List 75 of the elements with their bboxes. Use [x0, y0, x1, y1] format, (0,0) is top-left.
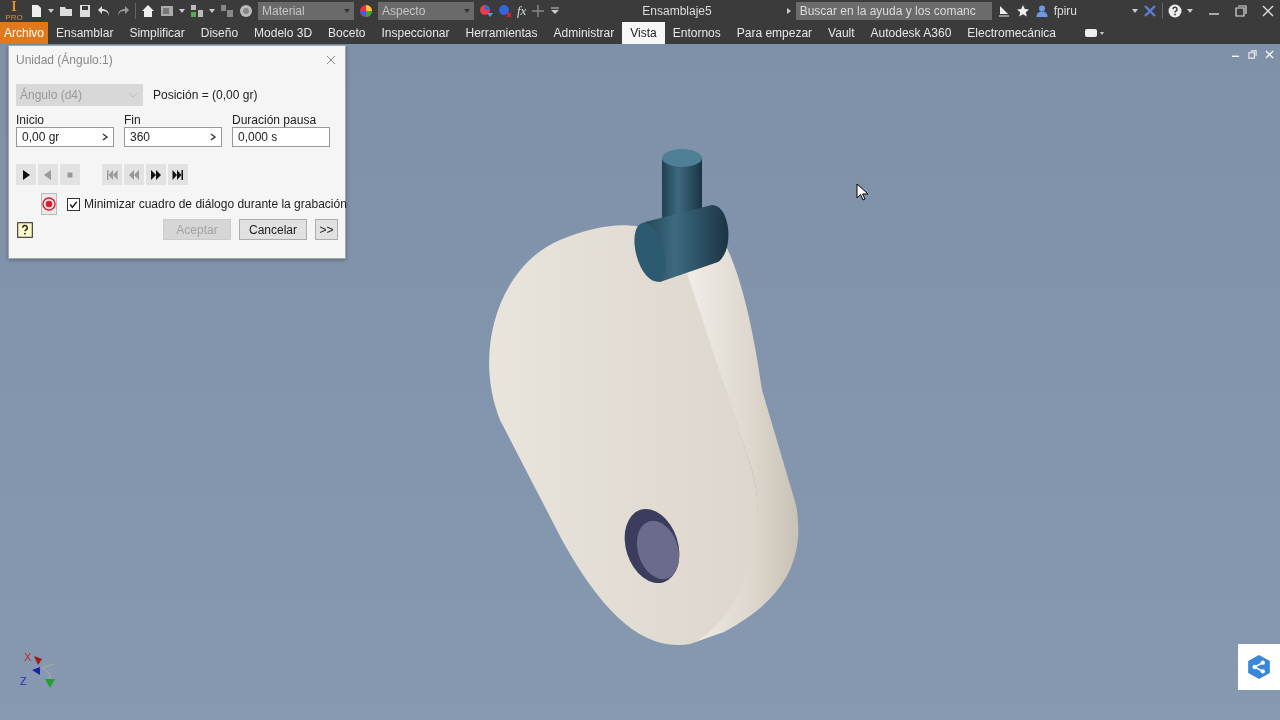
- undo-icon[interactable]: [97, 4, 111, 18]
- ribbon-tab[interactable]: Autodesk A360: [862, 22, 960, 44]
- axis-label: X: [24, 652, 32, 663]
- folder-icon[interactable]: [59, 4, 73, 18]
- restore-icon[interactable]: [1235, 5, 1247, 17]
- play-button[interactable]: [16, 164, 36, 185]
- forward-button[interactable]: [146, 164, 166, 185]
- field-label: Fin: [124, 113, 142, 127]
- ribbon-tab[interactable]: Vista: [622, 22, 665, 44]
- share-button[interactable]: [1238, 644, 1280, 690]
- record-button[interactable]: [41, 193, 57, 215]
- field-label: Inicio: [16, 113, 45, 127]
- cancel-button[interactable]: Cancelar: [239, 219, 307, 240]
- search-field[interactable]: Buscar en la ayuda y los comanc: [795, 2, 992, 20]
- sphere-icon[interactable]: [239, 4, 253, 18]
- ribbon-tab[interactable]: Para empezar: [728, 22, 821, 44]
- checkbox[interactable]: [67, 197, 80, 211]
- user-name[interactable]: fpiru: [1053, 4, 1077, 18]
- play-icon: [20, 168, 32, 181]
- axis-label: Z: [20, 676, 27, 687]
- share-icon: [1246, 654, 1272, 680]
- color-clear-icon[interactable]: [498, 4, 512, 18]
- record-icon: [42, 197, 56, 211]
- expand-arrow-icon[interactable]: [786, 8, 791, 14]
- caret-icon: [344, 9, 350, 13]
- ribbon-tab[interactable]: Inspeccionar: [373, 22, 458, 44]
- help-icon[interactable]: [1168, 4, 1182, 18]
- ribbon-tab[interactable]: Diseño: [192, 22, 247, 44]
- back-icon: [128, 168, 140, 181]
- chevron-icon[interactable]: [102, 133, 108, 141]
- formula-icon[interactable]: fx: [517, 3, 527, 19]
- ribbon-tab[interactable]: Entornos: [664, 22, 729, 44]
- ribbon-tab[interactable]: Administrar: [545, 22, 623, 44]
- customize-icon[interactable]: [550, 6, 561, 16]
- caret-icon[interactable]: [48, 9, 54, 13]
- caret-icon: [464, 9, 470, 13]
- checkbox-label[interactable]: Minimizar cuadro de diálogo durante la grabación: [84, 197, 347, 211]
- chevron-icon[interactable]: [210, 133, 216, 141]
- redo-icon[interactable]: [116, 4, 130, 18]
- ribbon-tab[interactable]: Simplificar: [121, 22, 193, 44]
- ribbon-tab[interactable]: Ensamblar: [48, 22, 122, 44]
- cursor-icon: [856, 183, 868, 201]
- star-icon[interactable]: [1015, 4, 1030, 18]
- color-wheel-icon[interactable]: [359, 4, 373, 18]
- caret-icon[interactable]: [209, 9, 215, 13]
- help-icon[interactable]: [16, 220, 34, 239]
- last-icon: [172, 168, 184, 181]
- home-icon[interactable]: [141, 4, 155, 18]
- ribbon-tab[interactable]: Herramientas: [457, 22, 546, 44]
- last-button[interactable]: [168, 164, 188, 185]
- document-title: Ensamblaje5: [642, 4, 712, 18]
- expand-button[interactable]: >>: [315, 219, 338, 240]
- color-filter-icon[interactable]: [479, 4, 493, 18]
- caret-icon[interactable]: [1187, 9, 1193, 13]
- caret-icon[interactable]: [1132, 9, 1138, 13]
- field-label: Duración pausa: [232, 113, 318, 127]
- chevron-icon: [129, 92, 137, 98]
- caret-icon[interactable]: [179, 9, 185, 13]
- input-field[interactable]: 360: [124, 127, 222, 147]
- input-field[interactable]: 0,00 gr: [16, 127, 114, 147]
- ribbon-tab[interactable]: Modelo 3D: [246, 22, 321, 44]
- dialog-title: Unidad (Ángulo:1): [16, 53, 113, 67]
- input-field[interactable]: 0,000 s: [232, 127, 330, 147]
- first-icon: [106, 168, 118, 181]
- ribbon-tab[interactable]: Boceto: [320, 22, 374, 44]
- user-icon[interactable]: [1034, 4, 1049, 18]
- ribbon-tab[interactable]: Vault: [820, 22, 863, 44]
- position-readout: Posición = (0,00 gr): [153, 88, 258, 102]
- app-logo[interactable]: I PRO: [4, 0, 24, 22]
- save-icon[interactable]: [78, 4, 92, 18]
- new-file-icon[interactable]: [29, 4, 43, 18]
- ribbon-tab[interactable]: Electromecánica: [959, 22, 1065, 44]
- forward-icon: [150, 168, 162, 181]
- reverse-icon: [42, 168, 54, 181]
- blocks-icon[interactable]: [190, 4, 204, 18]
